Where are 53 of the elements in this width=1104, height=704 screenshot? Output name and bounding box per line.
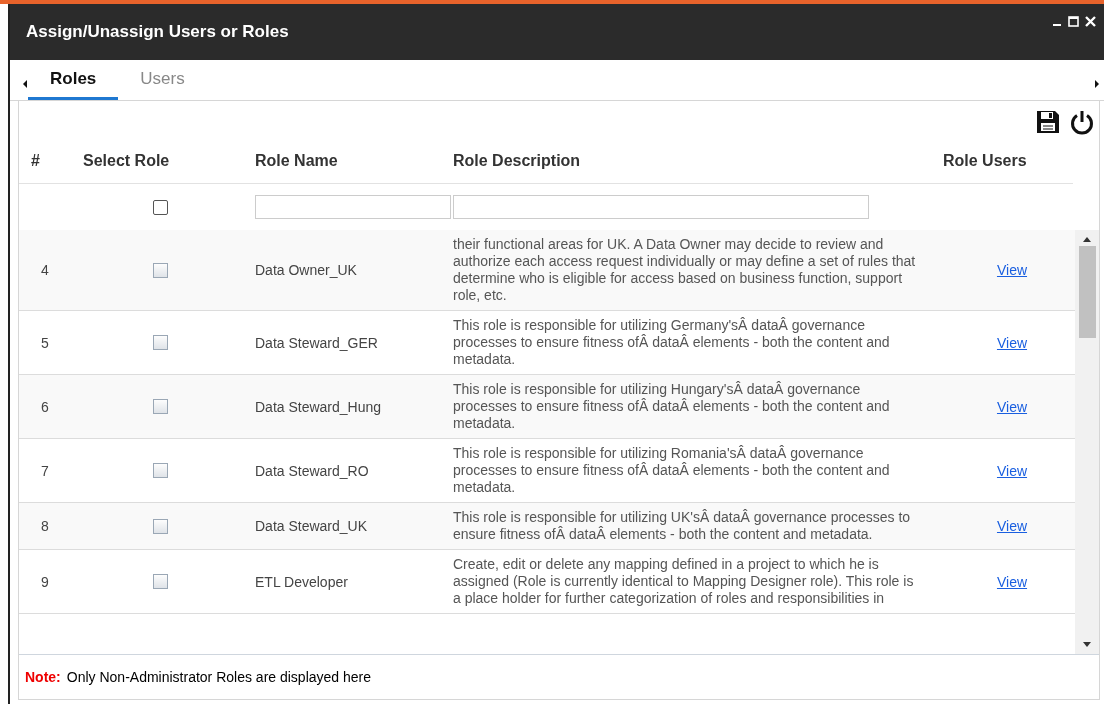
maximize-icon[interactable]	[1068, 16, 1079, 27]
role-description: This role is responsible for utilizing Hungary'sÂ dataÂ governance processes to ensure fitness ofÂ dataÂ elements - both the content and metadata.	[453, 380, 891, 433]
description-filter-field[interactable]	[453, 195, 869, 219]
close-icon[interactable]	[1085, 16, 1096, 27]
window-title: Assign/Unassign Users or Roles	[26, 22, 289, 42]
row-number: 9	[40, 573, 50, 590]
role-checkbox[interactable]	[152, 399, 168, 414]
role-name: Data Steward_Hung	[254, 398, 383, 415]
note-text: Only Non-Administrator Roles are displayed here	[66, 669, 372, 685]
scroll-left-icon[interactable]	[22, 79, 28, 89]
column-header: Role Users	[942, 152, 1028, 170]
scrollbar-thumb[interactable]	[1078, 246, 1096, 338]
column-header: #	[30, 152, 41, 170]
role-checkbox[interactable]	[152, 463, 168, 478]
column-header: Select Role	[82, 152, 171, 170]
scroll-up-icon[interactable]	[1082, 236, 1092, 242]
role-checkbox[interactable]	[152, 574, 168, 589]
role-checkbox[interactable]	[152, 335, 168, 350]
scrollbar[interactable]	[1075, 230, 1099, 654]
row-number: 5	[40, 334, 50, 351]
view-link[interactable]: View	[996, 518, 1028, 534]
role-checkbox[interactable]	[152, 262, 168, 278]
role-description: their functional areas for UK. A Data Owner may decide to review and authorize each access request individually or may define a set of rules that determine who is eligible for access based on business function, support role, etc.	[453, 235, 917, 305]
view-link[interactable]: View	[996, 462, 1028, 479]
row-number: 6	[40, 398, 50, 415]
role-checkbox[interactable]	[152, 518, 168, 534]
note-label: Note:	[25, 669, 61, 685]
role-description: This role is responsible for utilizing Romania'sÂ dataÂ governance processes to ensure fitness ofÂ dataÂ elements - both the content and metadata.	[453, 444, 891, 497]
view-link[interactable]: View	[996, 334, 1028, 351]
view-link[interactable]: View	[996, 398, 1028, 415]
role-description: This role is responsible for utilizing UK'sÂ dataÂ governance processes to ensure fitness ofÂ dataÂ elements - both the content and metadata.	[453, 508, 912, 544]
row-number: 7	[40, 462, 50, 479]
role-description: This role is responsible for utilizing Germany'sÂ dataÂ governance processes to ensure fitness ofÂ dataÂ elements - both the content and metadata.	[453, 316, 891, 369]
row-number: 4	[40, 262, 50, 278]
tab[interactable]: Roles	[28, 63, 119, 100]
role-name: ETL Developer	[254, 573, 349, 590]
column-header: Role Description	[453, 152, 582, 170]
view-link[interactable]: View	[996, 573, 1028, 590]
role-description: Create, edit or delete any mapping defined in a project to which he is assigned (Role is currently identical to Mapping Designer role). This role is a place holder for further categorization of roles and responsibilities in	[453, 555, 915, 608]
role-name: Data Owner_UK	[254, 262, 358, 278]
role-name: Data Steward_RO	[254, 462, 370, 479]
tab[interactable]: Users	[118, 63, 207, 100]
power-icon[interactable]	[1069, 109, 1095, 135]
scroll-down-icon[interactable]	[1082, 642, 1092, 648]
column-header: Role Name	[254, 152, 339, 170]
row-number: 8	[40, 518, 50, 534]
name-filter-field[interactable]	[255, 195, 451, 219]
save-icon[interactable]	[1035, 109, 1061, 135]
view-link[interactable]: View	[996, 262, 1028, 278]
scroll-right-icon[interactable]	[1094, 79, 1100, 89]
role-name: Data Steward_GER	[254, 334, 379, 351]
select-all-checkbox[interactable]	[152, 199, 168, 215]
role-name: Data Steward_UK	[254, 518, 369, 534]
